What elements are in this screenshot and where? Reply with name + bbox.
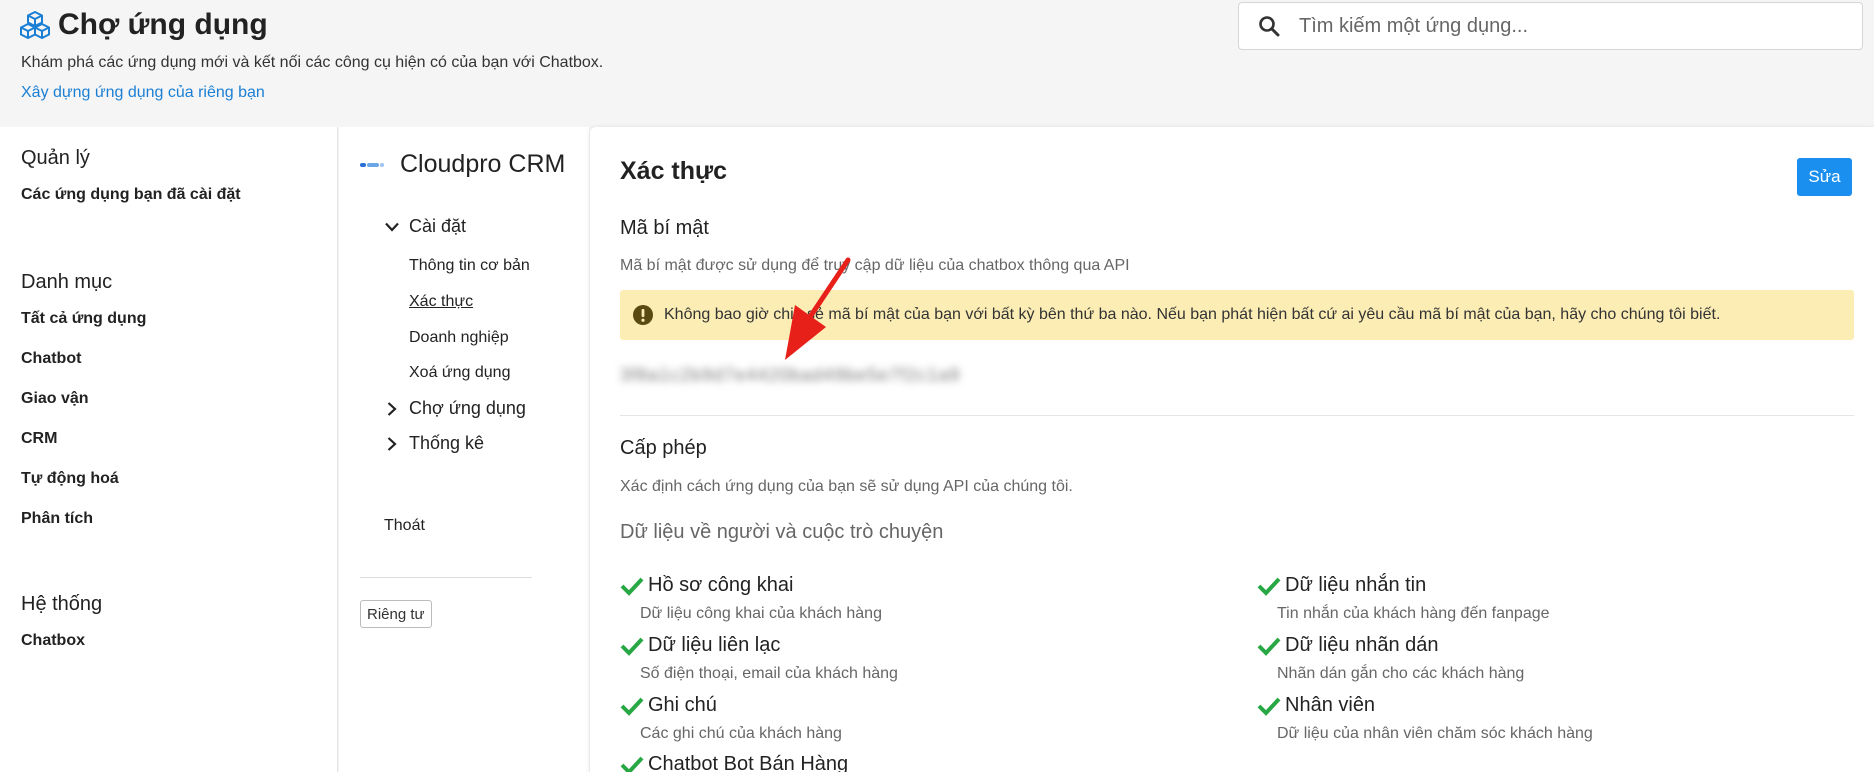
page-header: Chợ ứng dụng Khám phá các ứng dụng mới v… bbox=[0, 0, 1874, 127]
sidebar-item-installed-apps[interactable]: Các ứng dụng bạn đã cài đặt bbox=[21, 184, 241, 224]
permission-desc: Dữ liệu của nhân viên chăm sóc khách hàn… bbox=[1277, 725, 1593, 742]
nav-business[interactable]: Doanh nghiệp bbox=[409, 329, 509, 347]
nav-marketplace-label: Chợ ứng dụng bbox=[409, 398, 526, 418]
manage-heading: Quản lý bbox=[21, 147, 90, 169]
check-icon bbox=[620, 697, 644, 716]
nav-basic-info[interactable]: Thông tin cơ bản bbox=[409, 257, 530, 275]
permission-item: Nhân viên Dữ liệu của nhân viên chăm sóc… bbox=[1257, 694, 1593, 743]
nav-stats-toggle[interactable]: Thống kê bbox=[387, 433, 484, 454]
permission-item: Dữ liệu nhắn tin Tin nhắn của khách hàng… bbox=[1257, 574, 1550, 623]
permission-group-title: Dữ liệu về người và cuộc trò chuyện bbox=[620, 521, 944, 543]
secret-key-value[interactable]: 3f8a1c2b9d7e4420bad49be5e7f2c1a9 bbox=[620, 365, 960, 386]
sidebar-item-automation[interactable]: Tự động hoá bbox=[21, 468, 146, 508]
auth-panel: Xác thực Sửa Mã bí mật Mã bí mật được sử… bbox=[590, 127, 1874, 772]
app-logo bbox=[360, 162, 384, 167]
section-divider bbox=[620, 415, 1854, 416]
secret-key-title: Mã bí mật bbox=[620, 217, 709, 239]
permission-item: Ghi chú Các ghi chú của khách hàng bbox=[620, 694, 842, 743]
permission-desc: Nhãn dán gắn cho các khách hàng bbox=[1277, 665, 1525, 682]
sidebar-item-chatbox[interactable]: Chatbox bbox=[21, 630, 102, 670]
chevron-right-icon bbox=[381, 436, 403, 451]
permission-item: Hồ sơ công khai Dữ liệu công khai của kh… bbox=[620, 574, 882, 623]
permission-desc: Các ghi chú của khách hàng bbox=[640, 725, 842, 742]
sidebar-item-chatbot[interactable]: Chatbot bbox=[21, 348, 146, 388]
sidebar-item-crm[interactable]: CRM bbox=[21, 428, 146, 468]
permission-item: Dữ liệu nhãn dán Nhãn dán gắn cho các kh… bbox=[1257, 634, 1524, 683]
cubes-icon bbox=[20, 11, 50, 39]
panel-title: Xác thực bbox=[620, 157, 728, 185]
permission-title: Nhân viên bbox=[1285, 694, 1376, 716]
secret-key-desc: Mã bí mật được sử dụng để truy cập dữ li… bbox=[620, 257, 1130, 274]
nav-authentication[interactable]: Xác thực bbox=[409, 293, 473, 311]
license-desc: Xác định cách ứng dụng của bạn sẽ sử dụn… bbox=[620, 478, 1073, 495]
nav-divider bbox=[360, 577, 532, 578]
page-subtitle: Khám phá các ứng dụng mới và kết nối các… bbox=[21, 54, 604, 71]
check-icon bbox=[620, 756, 644, 772]
check-icon bbox=[1257, 697, 1281, 716]
permission-title: Dữ liệu nhắn tin bbox=[1285, 574, 1427, 596]
nav-marketplace-toggle[interactable]: Chợ ứng dụng bbox=[387, 398, 526, 419]
chevron-down-icon bbox=[381, 222, 403, 232]
system-section: Hệ thống Chatbox bbox=[21, 593, 102, 670]
edit-button[interactable]: Sửa bbox=[1797, 158, 1852, 196]
app-name: Cloudpro CRM bbox=[400, 150, 566, 178]
permission-title: Chatbot Bot Bán Hàng bbox=[648, 753, 849, 772]
manage-section: Quản lý Các ứng dụng bạn đã cài đặt bbox=[21, 147, 241, 224]
nav-stats-label: Thống kê bbox=[409, 433, 485, 453]
search-icon bbox=[1239, 15, 1299, 37]
check-icon bbox=[620, 637, 644, 656]
sidebar-item-shipping[interactable]: Giao vận bbox=[21, 388, 146, 428]
nav-settings-toggle[interactable]: Cài đặt bbox=[385, 216, 467, 237]
private-button[interactable]: Riêng tư bbox=[360, 600, 432, 628]
permission-desc: Dữ liệu công khai của khách hàng bbox=[640, 605, 882, 622]
permission-title: Ghi chú bbox=[648, 694, 717, 716]
warning-text: Không bao giờ chia sẻ mã bí mật của bạn … bbox=[664, 306, 1721, 323]
search-input[interactable] bbox=[1299, 14, 1839, 38]
app-name-row: Cloudpro CRM bbox=[360, 150, 565, 179]
check-icon bbox=[620, 577, 644, 596]
permission-title: Dữ liệu nhãn dán bbox=[1285, 634, 1439, 656]
build-own-app-link[interactable]: Xây dựng ứng dụng của riêng bạn bbox=[21, 84, 265, 102]
permission-item: Chatbot Bot Bán Hàng bbox=[620, 753, 848, 772]
permission-title: Dữ liệu liên lạc bbox=[648, 634, 781, 656]
nav-exit[interactable]: Thoát bbox=[384, 517, 425, 535]
exclamation-icon bbox=[633, 305, 653, 325]
chevron-right-icon bbox=[381, 401, 403, 416]
category-sidebar: Quản lý Các ứng dụng bạn đã cài đặt Danh… bbox=[0, 127, 338, 772]
categories-section: Danh mục Tất cả ứng dụng Chatbot Giao vậ… bbox=[21, 271, 146, 548]
permission-item: Dữ liệu liên lạc Số điện thoại, email củ… bbox=[620, 634, 898, 683]
permission-title: Hồ sơ công khai bbox=[648, 574, 794, 596]
title-row: Chợ ứng dụng bbox=[20, 8, 268, 42]
page-title: Chợ ứng dụng bbox=[58, 8, 268, 41]
nav-delete-app[interactable]: Xoá ứng dụng bbox=[409, 364, 510, 382]
system-heading: Hệ thống bbox=[21, 593, 103, 615]
nav-settings-label: Cài đặt bbox=[409, 216, 467, 236]
search-box[interactable] bbox=[1238, 2, 1863, 50]
sidebar-item-all-apps[interactable]: Tất cả ứng dụng bbox=[21, 308, 146, 348]
permission-desc: Tin nhắn của khách hàng đến fanpage bbox=[1277, 605, 1550, 622]
categories-heading: Danh mục bbox=[21, 271, 113, 293]
check-icon bbox=[1257, 577, 1281, 596]
warning-banner: Không bao giờ chia sẻ mã bí mật của bạn … bbox=[620, 290, 1854, 340]
sidebar-item-analytics[interactable]: Phân tích bbox=[21, 508, 146, 548]
permission-desc: Số điện thoại, email của khách hàng bbox=[640, 665, 898, 682]
license-title: Cấp phép bbox=[620, 437, 707, 459]
app-settings-nav: Cloudpro CRM Cài đặt Thông tin cơ bản Xá… bbox=[339, 127, 589, 772]
check-icon bbox=[1257, 637, 1281, 656]
